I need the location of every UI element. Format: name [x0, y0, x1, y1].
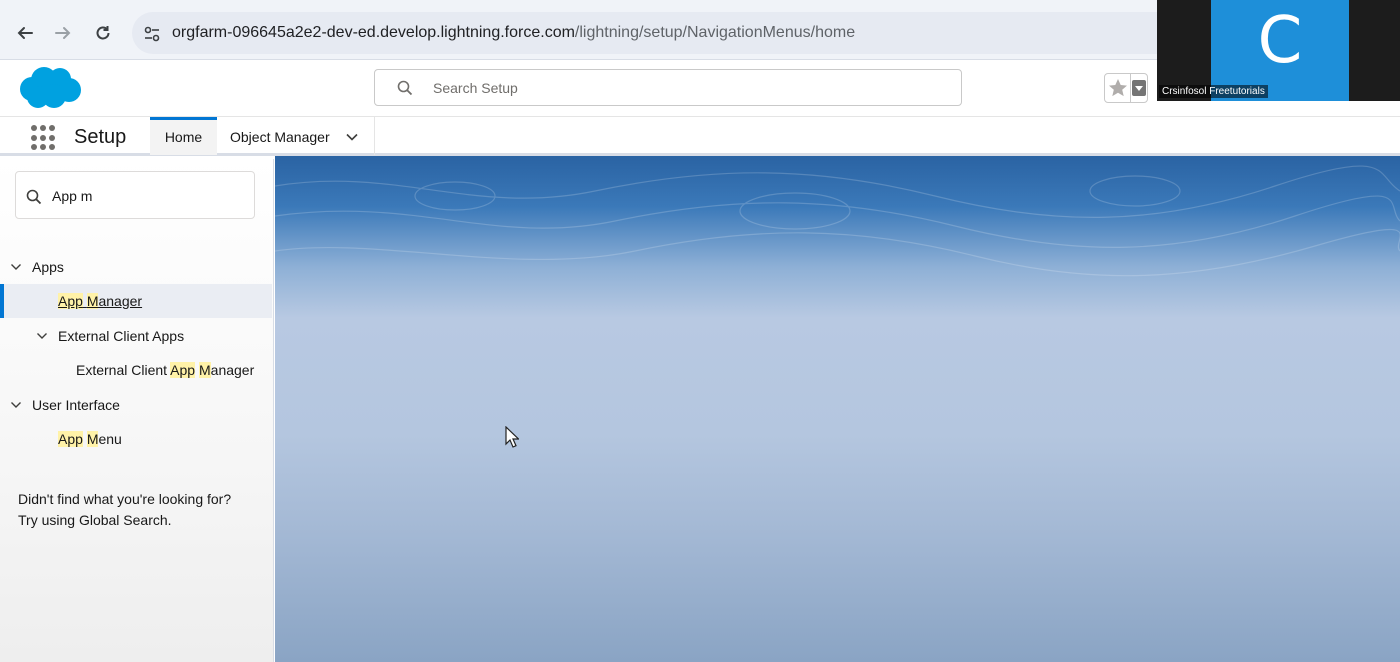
- favorites-dropdown-icon[interactable]: [1132, 80, 1146, 96]
- url-path: /lightning/setup/NavigationMenus/home: [574, 24, 856, 41]
- label-part: External Client: [76, 362, 171, 378]
- chevron-down-icon[interactable]: [10, 261, 22, 273]
- url-domain: orgfarm-096645a2e2-dev-ed.develop.lightn…: [172, 24, 575, 41]
- tree-label-app-manager: App Manager: [58, 293, 142, 309]
- match-highlight: M: [198, 362, 211, 378]
- favorites-divider: [1130, 74, 1131, 102]
- app-name: Setup: [74, 126, 127, 148]
- chevron-down-icon[interactable]: [10, 399, 22, 411]
- quick-find-input[interactable]: App m: [15, 171, 255, 219]
- main-content-background: [275, 156, 1400, 662]
- site-settings-icon[interactable]: [142, 24, 162, 44]
- no-result-hint: Didn't find what you're looking for? Try…: [18, 489, 231, 531]
- star-icon[interactable]: [1107, 77, 1129, 99]
- address-bar[interactable]: orgfarm-096645a2e2-dev-ed.develop.lightn…: [132, 12, 1192, 54]
- url-text: orgfarm-096645a2e2-dev-ed.develop.lightn…: [172, 24, 855, 42]
- reload-button[interactable]: [90, 20, 116, 46]
- tree-label-app-menu: App Menu: [58, 431, 122, 447]
- label-part: anager: [210, 362, 255, 378]
- tree-item-app-menu[interactable]: App Menu: [0, 422, 272, 456]
- tab-object-manager-label: Object Manager: [230, 129, 330, 145]
- match-highlight: M: [86, 293, 99, 309]
- chevron-down-icon[interactable]: [345, 130, 359, 144]
- tab-object-manager[interactable]: Object Manager: [217, 117, 375, 155]
- tree-item-external-client-app-manager[interactable]: External Client App Manager: [0, 353, 272, 387]
- tree-label-apps: Apps: [32, 259, 64, 275]
- tree-label-external-client-apps: External Client Apps: [58, 328, 185, 344]
- label-part: anager: [98, 293, 143, 309]
- tree-node-apps[interactable]: Apps: [0, 250, 272, 284]
- label-part: enu: [98, 431, 122, 447]
- selection-indicator: [0, 284, 4, 318]
- search-icon: [397, 80, 413, 96]
- search-placeholder: Search Setup: [433, 80, 518, 96]
- tree-item-app-manager[interactable]: App Manager: [0, 284, 272, 318]
- match-highlight: App: [170, 362, 196, 378]
- match-highlight: App: [58, 431, 83, 447]
- app-launcher-icon[interactable]: [31, 125, 57, 151]
- arrow-right-icon: [55, 27, 71, 39]
- tab-home[interactable]: Home: [150, 117, 217, 155]
- no-result-line-1: Didn't find what you're looking for?: [18, 491, 232, 507]
- reload-icon: [96, 26, 110, 40]
- tree-label-user-interface: User Interface: [32, 397, 120, 413]
- chevron-down-icon[interactable]: [36, 330, 48, 342]
- quick-find-value: App m: [52, 188, 93, 204]
- salesforce-cloud-logo[interactable]: [16, 65, 82, 111]
- mouse-cursor-icon: [505, 426, 519, 448]
- topographic-pattern: [275, 165, 1400, 277]
- tree-node-user-interface[interactable]: User Interface: [0, 388, 272, 422]
- arrow-left-icon: [17, 27, 33, 39]
- participant-name: Crsinfosol Freetutorials: [1159, 85, 1268, 98]
- webcam-overlay: C Crsinfosol Freetutorials: [1157, 0, 1400, 101]
- tree-node-external-client-apps[interactable]: External Client Apps: [0, 319, 272, 353]
- match-highlight: App: [58, 293, 83, 309]
- favorites-group: [1104, 73, 1148, 103]
- match-highlight: M: [86, 431, 99, 447]
- no-result-line-2: Try using Global Search.: [18, 512, 172, 528]
- search-icon: [26, 189, 42, 205]
- context-bar: Setup Home Object Manager: [0, 116, 1400, 156]
- forward-button[interactable]: [50, 20, 76, 46]
- setup-search-input[interactable]: Search Setup: [374, 69, 962, 106]
- tree-label-external-client-app-manager: External Client App Manager: [76, 362, 254, 378]
- setup-sidebar: App m Apps App Manager External Client A…: [0, 159, 274, 662]
- participant-initial: C: [1257, 4, 1303, 78]
- back-button[interactable]: [12, 20, 38, 46]
